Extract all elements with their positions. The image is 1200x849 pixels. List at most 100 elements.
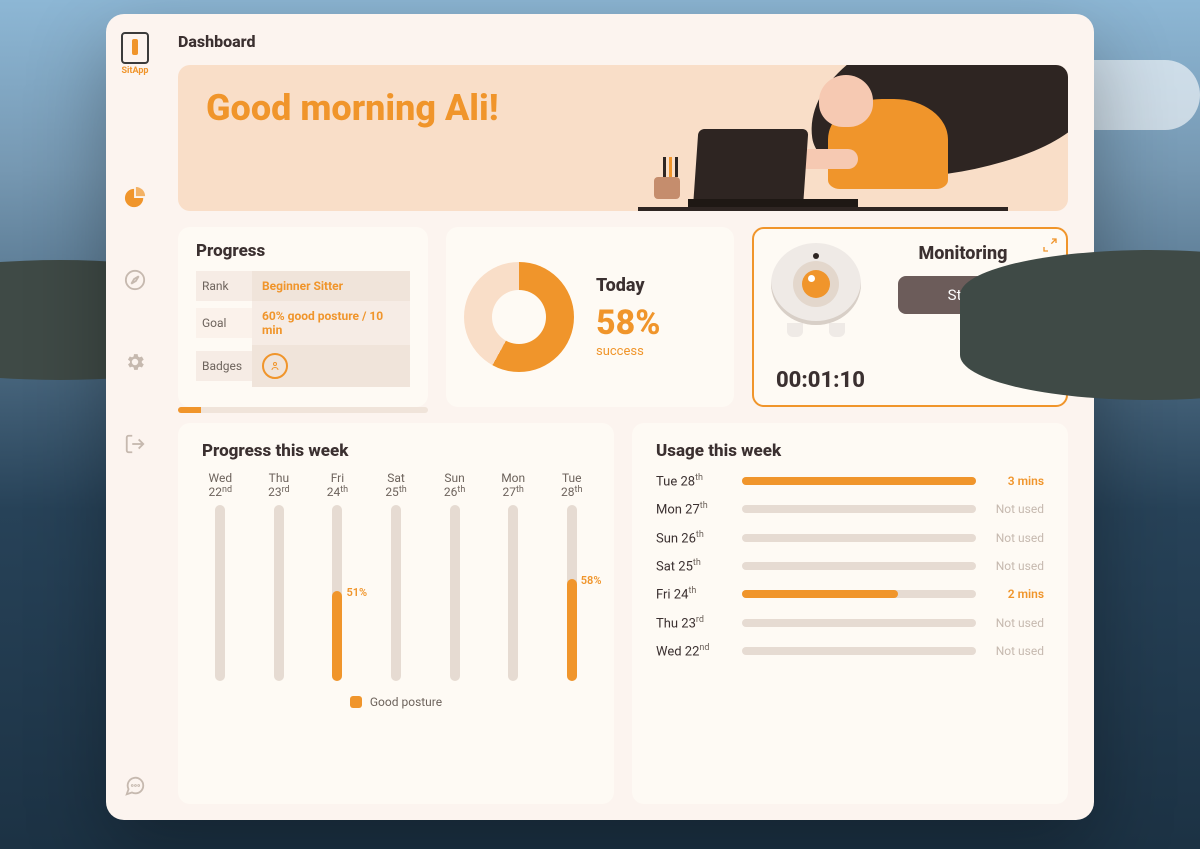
bar-track: [450, 505, 460, 681]
weekly-progress-legend: Good posture: [202, 695, 590, 709]
bar-header: Fri24th: [327, 471, 348, 499]
today-card: Today 58% success: [446, 227, 734, 407]
legend-swatch: [350, 696, 362, 708]
hero-illustration: [648, 65, 1068, 211]
weekly-progress-chart: Wed22nd Thu23rd Fri24th 51% Sat25th Sun26th Mo…: [202, 471, 590, 681]
today-percent: 58%: [596, 306, 660, 340]
bar-column: Tue28th 58%: [553, 471, 590, 681]
bar-value-label: 51%: [346, 586, 367, 599]
bar-track: [391, 505, 401, 681]
page-title: Dashboard: [178, 32, 1068, 51]
usage-row-label: Mon 27th: [656, 501, 730, 517]
nav-dashboard[interactable]: [123, 186, 147, 210]
usage-chart: Tue 28th 3 mins Mon 27th Not used Sun 26th No…: [656, 473, 1044, 659]
rank-value: Beginner Sitter: [252, 271, 410, 301]
expand-button[interactable]: [1042, 237, 1058, 253]
progress-title: Progress: [196, 241, 410, 261]
expand-icon: [1042, 237, 1058, 253]
compass-icon: [124, 269, 146, 291]
usage-row-label: Sat 25th: [656, 558, 730, 574]
greeting-banner: Good morning Ali!: [178, 65, 1068, 211]
chat-icon: [124, 775, 146, 797]
usage-row-label: Tue 28th: [656, 473, 730, 489]
usage-row-value: Not used: [988, 644, 1044, 658]
usage-row-track: [742, 619, 976, 627]
bar-fill: [332, 591, 342, 681]
usage-row: Mon 27th Not used: [656, 501, 1044, 517]
usage-row-label: Wed 22nd: [656, 643, 730, 659]
usage-row-track: [742, 505, 976, 513]
weekly-progress-card: Progress this week Wed22nd Thu23rd Fri24th…: [178, 423, 614, 804]
goal-value: 60% good posture / 10 min: [252, 301, 410, 345]
usage-row-track: [742, 477, 976, 485]
rank-label: Rank: [196, 271, 252, 301]
usage-row-value: Not used: [988, 531, 1044, 545]
monitoring-card: Monitoring Stop 00:01:10: [752, 227, 1068, 407]
bar-track: [508, 505, 518, 681]
nav-logout[interactable]: [123, 432, 147, 456]
bar-track: 58%: [567, 505, 577, 681]
progress-card: Progress RankBeginner Sitter Goal60% goo…: [178, 227, 428, 407]
usage-row-label: Thu 23rd: [656, 615, 730, 631]
bar-header: Wed22nd: [208, 471, 232, 499]
bar-track: [274, 505, 284, 681]
nav-chat[interactable]: [123, 774, 147, 798]
sidebar: SitApp: [106, 14, 164, 820]
usage-card: Usage this week Tue 28th 3 mins Mon 27th No…: [632, 423, 1068, 804]
usage-row: Thu 23rdNot used: [656, 615, 1044, 631]
monitoring-timer: 00:01:10: [776, 368, 865, 393]
bar-track: 51%: [332, 505, 342, 681]
usage-row: Sat 25th Not used: [656, 558, 1044, 574]
usage-row-label: Fri 24th: [656, 586, 730, 602]
bar-column: Fri24th 51%: [319, 471, 356, 681]
progress-bar: [178, 407, 428, 413]
badge-icon: [262, 353, 288, 379]
usage-row-fill: [742, 477, 976, 485]
bar-header: Mon27th: [501, 471, 525, 499]
badges-label: Badges: [196, 351, 252, 381]
usage-row: Fri 24th 2 mins: [656, 586, 1044, 602]
bar-column: Sat25th: [378, 471, 415, 681]
weekly-progress-title: Progress this week: [202, 441, 590, 461]
monitoring-title: Monitoring: [919, 243, 1008, 264]
bar-header: Sat25th: [385, 471, 406, 499]
usage-row-track: [742, 590, 976, 598]
usage-row-value: 2 mins: [988, 587, 1044, 601]
usage-row-track: [742, 562, 976, 570]
today-title: Today: [596, 275, 645, 296]
bar-column: Mon27th: [495, 471, 532, 681]
gear-icon: [124, 351, 146, 373]
bar-track: [215, 505, 225, 681]
camera-illustration: [770, 243, 862, 348]
logo-label: SitApp: [122, 66, 149, 76]
today-subtitle: success: [596, 344, 644, 359]
legend-label: Good posture: [370, 695, 442, 709]
bar-header: Sun26th: [444, 471, 465, 499]
today-donut-chart: [464, 262, 574, 372]
bar-column: Thu23rd: [261, 471, 298, 681]
bar-header: Thu23rd: [268, 471, 290, 499]
app-logo[interactable]: SitApp: [121, 32, 149, 76]
usage-row: Tue 28th 3 mins: [656, 473, 1044, 489]
logout-icon: [124, 433, 146, 455]
usage-row: Sun 26th Not used: [656, 530, 1044, 546]
usage-row-label: Sun 26th: [656, 530, 730, 546]
usage-row-track: [742, 647, 976, 655]
goal-label: Goal: [196, 308, 252, 338]
bar-fill: [567, 579, 577, 681]
usage-row-value: 3 mins: [988, 474, 1044, 488]
bar-header: Tue28th: [561, 471, 582, 499]
usage-row-value: Not used: [988, 559, 1044, 573]
usage-row-value: Not used: [988, 502, 1044, 516]
nav-settings[interactable]: [123, 350, 147, 374]
bar-column: Sun26th: [436, 471, 473, 681]
logo-icon: [121, 32, 149, 64]
usage-row-track: [742, 534, 976, 542]
bar-column: Wed22nd: [202, 471, 239, 681]
usage-title: Usage this week: [656, 441, 1044, 461]
stop-button[interactable]: Stop: [898, 276, 1028, 314]
pie-chart-icon: [124, 187, 146, 209]
usage-row: Wed 22nd Not used: [656, 643, 1044, 659]
nav-explore[interactable]: [123, 268, 147, 292]
main-content: Dashboard Good morning Ali! Progress Ran…: [164, 14, 1094, 820]
